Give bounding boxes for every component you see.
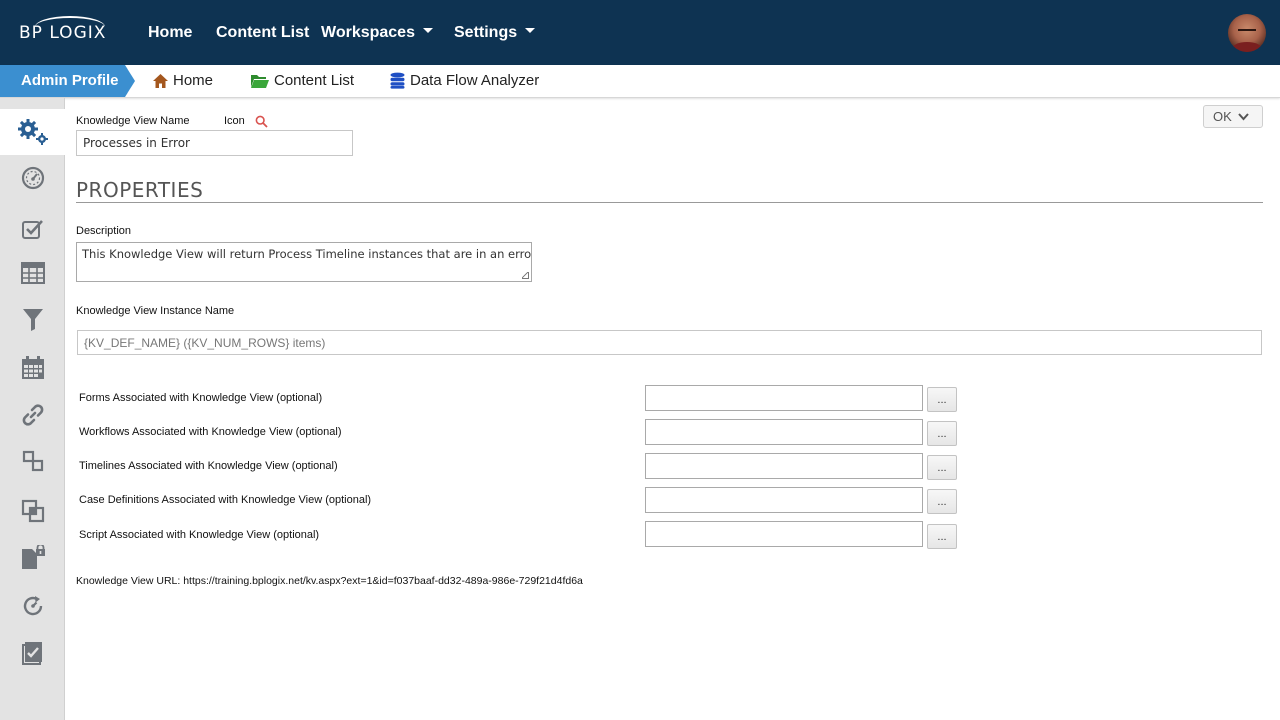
nav-settings-label: Settings (454, 24, 518, 41)
sidebar-item-settings[interactable] (0, 109, 65, 155)
sub-link-data-flow-analyzer[interactable]: Data Flow Analyzer (389, 72, 539, 89)
kv-name-label: Knowledge View Name (76, 115, 190, 127)
kv-url-text: Knowledge View URL: https://training.bpl… (76, 575, 583, 587)
nav-content-list[interactable]: Content List (216, 24, 309, 42)
sidebar-item-security[interactable] (0, 535, 65, 581)
assoc-timelines-field[interactable] (645, 453, 923, 479)
funnel-filter-icon (22, 309, 43, 331)
assoc-workflows-browse-button[interactable]: ... (927, 421, 957, 446)
connected-boxes-icon (22, 450, 43, 472)
sub-link-home[interactable]: Home (152, 72, 213, 89)
search-icon[interactable] (255, 115, 268, 128)
assoc-case-definitions-browse-button[interactable]: ... (927, 489, 957, 514)
assoc-timelines-browse-button[interactable]: ... (927, 455, 957, 480)
assoc-script-label: Script Associated with Knowledge View (o… (79, 529, 320, 541)
nav-workspaces[interactable]: Workspaces (321, 24, 433, 42)
home-icon (153, 73, 168, 88)
description-text: This Knowledge View will return Process … (82, 247, 532, 261)
user-avatar[interactable] (1228, 14, 1266, 52)
icon-label: Icon (224, 115, 245, 127)
sub-link-dfa-label: Data Flow Analyzer (410, 72, 540, 89)
resize-grip-icon[interactable] (522, 272, 529, 279)
ok-button-label: OK (1213, 109, 1232, 124)
assoc-script-browse-button[interactable]: ... (927, 524, 957, 549)
sub-link-home-label: Home (173, 72, 214, 89)
avatar-glasses (1238, 29, 1256, 33)
description-label: Description (76, 225, 132, 237)
properties-divider (76, 202, 1263, 203)
instance-name-input[interactable]: {KV_DEF_NAME} ({KV_NUM_ROWS} items) (77, 330, 1262, 355)
chevron-down-icon (525, 28, 536, 34)
breadcrumb-bar: Admin Profile Home Content List Data Flo… (0, 65, 1280, 98)
gears-icon (17, 119, 48, 145)
avatar-shirt (1232, 42, 1262, 52)
bplogix-logo[interactable]: BP LOGIX (19, 16, 107, 48)
nav-workspaces-label: Workspaces (321, 24, 415, 41)
assoc-timelines-label: Timelines Associated with Knowledge View… (79, 460, 338, 472)
table-grid-icon (20, 262, 45, 284)
calendar-icon (21, 356, 44, 379)
database-icon (390, 72, 405, 89)
sidebar-item-filters[interactable] (0, 297, 65, 343)
sub-link-content-list[interactable]: Content List (250, 72, 354, 89)
sidebar-item-timers[interactable] (0, 583, 65, 629)
ok-button[interactable]: OK (1203, 105, 1263, 128)
properties-heading: PROPERTIES (76, 178, 204, 202)
sidebar-item-tables[interactable] (0, 250, 65, 296)
dashboard-gauge-icon (21, 166, 44, 190)
sidebar-item-relations[interactable] (0, 438, 65, 484)
sidebar-item-calendar[interactable] (0, 345, 65, 391)
logo-text: BP LOGIX (19, 23, 107, 43)
locked-document-icon (21, 545, 45, 569)
sidebar-item-dashboard[interactable] (0, 155, 65, 201)
sub-link-content-list-label: Content List (274, 72, 355, 89)
sidebar-item-copy[interactable] (0, 488, 65, 534)
refresh-timer-icon (23, 596, 42, 616)
admin-sidebar (0, 98, 65, 720)
assoc-forms-field[interactable] (645, 385, 923, 411)
top-navbar: BP LOGIX Home Content List Workspaces Se… (0, 0, 1280, 65)
task-clipboard-icon (21, 642, 42, 665)
assoc-script-field[interactable] (645, 521, 923, 547)
folder-open-icon (251, 74, 269, 88)
breadcrumb-admin-profile[interactable]: Admin Profile (0, 65, 135, 97)
sidebar-item-tasks[interactable] (0, 206, 65, 252)
description-textarea[interactable]: This Knowledge View will return Process … (76, 242, 532, 282)
assoc-forms-browse-button[interactable]: ... (927, 387, 957, 412)
assoc-workflows-label: Workflows Associated with Knowledge View… (79, 426, 342, 438)
chevron-down-icon (422, 28, 433, 34)
chevron-down-icon (1238, 112, 1249, 120)
sidebar-item-assignments[interactable] (0, 630, 65, 676)
nav-home[interactable]: Home (148, 24, 192, 42)
copy-squares-icon (21, 499, 44, 523)
sidebar-item-links[interactable] (0, 392, 65, 438)
checkbox-edit-icon (21, 220, 43, 239)
kv-name-input[interactable]: Processes in Error (76, 130, 353, 156)
assoc-case-definitions-field[interactable] (645, 487, 923, 513)
assoc-case-definitions-label: Case Definitions Associated with Knowled… (79, 494, 372, 506)
assoc-forms-label: Forms Associated with Knowledge View (op… (79, 392, 323, 404)
link-chain-icon (22, 404, 43, 426)
nav-settings[interactable]: Settings (454, 24, 536, 42)
instance-name-label: Knowledge View Instance Name (76, 305, 235, 317)
assoc-workflows-field[interactable] (645, 419, 923, 445)
